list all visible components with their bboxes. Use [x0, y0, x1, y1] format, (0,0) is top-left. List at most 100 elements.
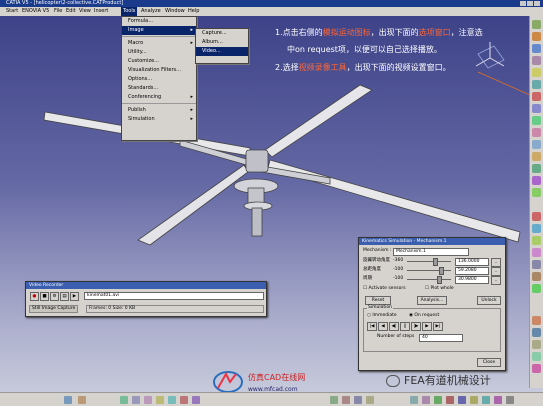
menu-start[interactable]: Start [4, 7, 20, 16]
command-2-more-button[interactable]: .. [491, 267, 501, 276]
number-of-steps-select[interactable]: 40 [419, 334, 463, 342]
toolbar-icon-25[interactable] [532, 340, 541, 349]
bottom-icon-11[interactable] [342, 396, 350, 404]
bottom-icon-6[interactable] [156, 396, 164, 404]
toolbar-icon-22[interactable] [532, 284, 541, 293]
step-forward-button[interactable]: ▶ [422, 322, 432, 331]
bottom-icon-10[interactable] [330, 396, 338, 404]
submenu-item-album[interactable]: Album... [196, 38, 248, 47]
on-request-radio[interactable]: ◉ On request [409, 313, 439, 319]
menu-item-options[interactable]: Options... [122, 75, 196, 84]
bottom-icon-12[interactable] [354, 396, 362, 404]
video-file-field[interactable]: kinemat01.avi [84, 292, 264, 300]
command-1-thumb[interactable] [433, 258, 438, 266]
toolbar-icon-6[interactable] [532, 80, 541, 89]
command-1-more-button[interactable]: .. [491, 258, 501, 267]
stop-button[interactable]: ■ [40, 292, 49, 301]
plot-whole-checkbox[interactable]: ☐ Plot whole [425, 286, 454, 292]
bottom-icon-2[interactable] [78, 396, 86, 404]
setup-button[interactable]: ⚙ [50, 292, 59, 301]
toolbar-icon-15[interactable] [532, 188, 541, 197]
menu-window[interactable]: Window [163, 7, 187, 16]
toolbar-icon-19[interactable] [532, 248, 541, 257]
toolbar-icon-26[interactable] [532, 352, 541, 361]
command-3-value[interactable]: 30.9800 [455, 276, 489, 284]
immediate-radio[interactable]: ○ Immediate [367, 313, 397, 319]
menu-enovia[interactable]: ENOVIA V5 [20, 7, 51, 16]
command-1-slider[interactable] [407, 258, 451, 266]
toolbar-icon-13[interactable] [532, 164, 541, 173]
command-1-value[interactable]: 136.0000 [455, 258, 489, 266]
menu-item-standards[interactable]: Standards... [122, 84, 196, 93]
menu-item-image[interactable]: Image ▸ [122, 26, 196, 35]
menu-item-conferencing[interactable]: Conferencing ▸ [122, 93, 196, 102]
bottom-icon-5[interactable] [144, 396, 152, 404]
bottom-icon-3[interactable] [120, 396, 128, 404]
pause-button[interactable]: ‖ [400, 322, 410, 331]
toolbar-icon-3[interactable] [532, 44, 541, 53]
maximize-icon[interactable] [527, 1, 533, 6]
bottom-icon-13[interactable] [366, 396, 374, 404]
menu-insert[interactable]: Insert [92, 7, 110, 16]
menu-file[interactable]: File [52, 7, 64, 16]
toolbar-icon-7[interactable] [532, 92, 541, 101]
command-2-slider[interactable] [407, 267, 451, 275]
toolbar-icon-18[interactable] [532, 236, 541, 245]
menu-help[interactable]: Help [186, 7, 201, 16]
folder-button[interactable]: ▤ [60, 292, 69, 301]
analysis-button[interactable]: Analysis... [417, 296, 447, 305]
toolbar-icon-5[interactable] [532, 68, 541, 77]
toolbar-icon-4[interactable] [532, 56, 541, 65]
compass-icon[interactable] [470, 40, 508, 78]
close-icon[interactable] [534, 1, 540, 6]
submenu-item-capture[interactable]: Capture... [196, 29, 248, 38]
jump-end-button[interactable]: ▶| [433, 322, 443, 331]
play-back-button[interactable]: ◀| [389, 322, 399, 331]
minimize-icon[interactable] [520, 1, 526, 6]
toolbar-icon-24[interactable] [532, 328, 541, 337]
menu-item-utility[interactable]: Utility... [122, 48, 196, 57]
command-3-more-button[interactable]: .. [491, 276, 501, 285]
toolbar-icon-14[interactable] [532, 176, 541, 185]
menu-item-publish[interactable]: Publish ▸ [122, 106, 196, 115]
toolbar-icon-1[interactable] [532, 20, 541, 29]
bottom-icon-14[interactable] [410, 396, 418, 404]
command-3-thumb[interactable] [437, 276, 442, 284]
toolbar-icon-8[interactable] [532, 104, 541, 113]
toolbar-icon-9[interactable] [532, 116, 541, 125]
bottom-icon-9[interactable] [192, 396, 200, 404]
bottom-icon-16[interactable] [434, 396, 442, 404]
menu-item-visualization-filters[interactable]: Visualization Filters... [122, 66, 196, 75]
menu-edit[interactable]: Edit [64, 7, 78, 16]
menu-tools[interactable]: Tools [121, 7, 138, 16]
play-video-button[interactable]: ▶ [70, 292, 79, 301]
step-back-button[interactable]: ◀ [378, 322, 388, 331]
toolbar-icon-2[interactable] [532, 32, 541, 41]
toolbar-icon-16[interactable] [532, 212, 541, 221]
bottom-icon-8[interactable] [180, 396, 188, 404]
bottom-icon-7[interactable] [168, 396, 176, 404]
bottom-icon-19[interactable] [470, 396, 478, 404]
bottom-icon-22[interactable] [506, 396, 514, 404]
menu-item-formula[interactable]: Formula... [122, 17, 196, 26]
activate-sensors-checkbox[interactable]: ☐ Activate sensors [363, 286, 406, 292]
play-forward-button[interactable]: |▶ [411, 322, 421, 331]
toolbar-icon-17[interactable] [532, 224, 541, 233]
record-button[interactable]: ● [30, 292, 39, 301]
bottom-icon-1[interactable] [64, 396, 72, 404]
command-2-thumb[interactable] [439, 267, 444, 275]
bottom-icon-18[interactable] [458, 396, 466, 404]
menu-item-simulation[interactable]: Simulation ▸ [122, 115, 196, 124]
command-2-value[interactable]: 59.2080 [455, 267, 489, 275]
toolbar-icon-21[interactable] [532, 272, 541, 281]
bottom-icon-20[interactable] [482, 396, 490, 404]
toolbar-icon-12[interactable] [532, 152, 541, 161]
menu-item-macro[interactable]: Macro ▸ [122, 39, 196, 48]
submenu-item-video[interactable]: Video... [196, 47, 248, 56]
bottom-icon-21[interactable] [494, 396, 502, 404]
reset-button[interactable]: Reset [365, 296, 391, 305]
toolbar-icon-23[interactable] [532, 316, 541, 325]
bottom-icon-17[interactable] [446, 396, 454, 404]
toolbar-icon-27[interactable] [532, 364, 541, 373]
menu-analyze[interactable]: Analyze [139, 7, 163, 16]
